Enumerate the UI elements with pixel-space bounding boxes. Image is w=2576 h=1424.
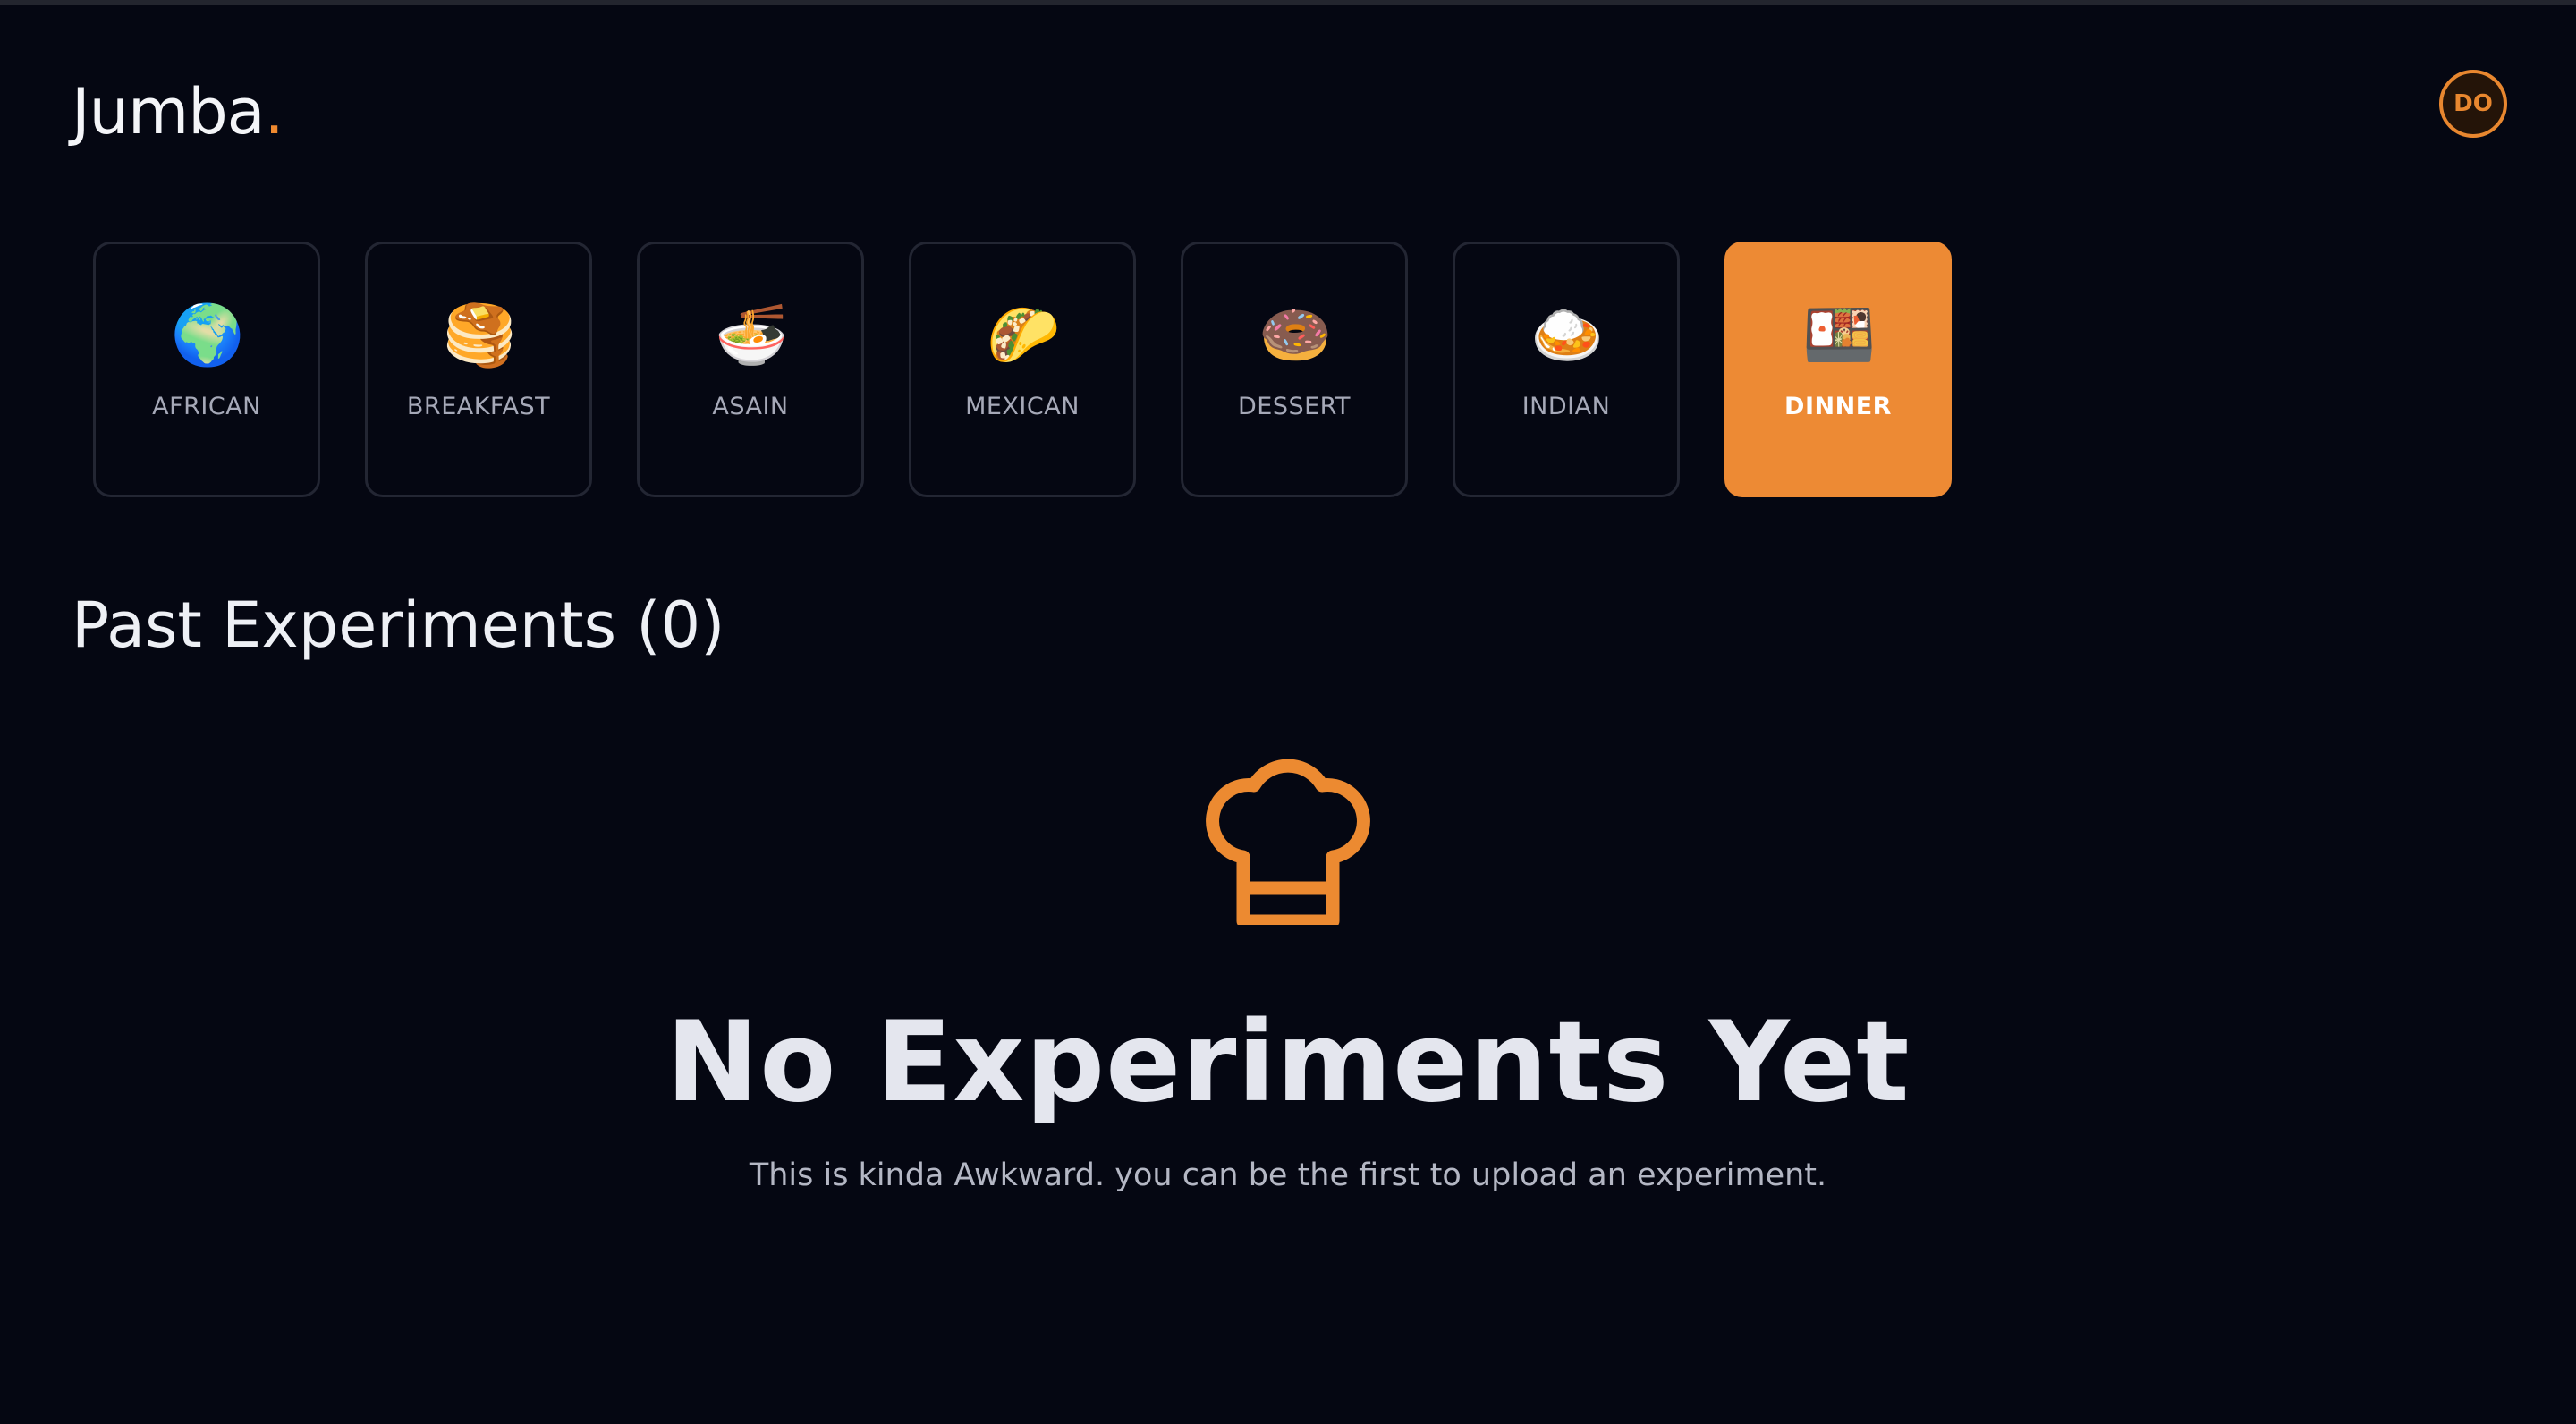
category-label: ASAIN (712, 393, 789, 420)
bento-box-icon: 🍱 (1802, 301, 1877, 369)
empty-state-subtitle: This is kinda Awkward. you can be the fi… (749, 1157, 1827, 1193)
past-experiments-title: Past Experiments (0) (72, 589, 725, 662)
globe-africa-icon: 🌍 (171, 301, 245, 369)
curry-rice-icon: 🍛 (1530, 301, 1605, 369)
category-label: BREAKFAST (406, 393, 551, 420)
window-top-bar (0, 0, 2576, 5)
category-dinner[interactable]: 🍱 DINNER (1724, 242, 1952, 497)
noodle-bowl-icon: 🍜 (715, 301, 789, 369)
category-label: MEXICAN (965, 393, 1080, 420)
pancakes-icon: 🥞 (443, 301, 517, 369)
category-indian[interactable]: 🍛 INDIAN (1453, 242, 1680, 497)
brand-name: Jumba (72, 75, 266, 148)
brand-dot: . (264, 75, 284, 148)
category-label: DINNER (1784, 393, 1892, 420)
user-avatar[interactable]: DO (2439, 70, 2507, 138)
category-label: INDIAN (1521, 393, 1611, 420)
category-label: DESSERT (1238, 393, 1351, 420)
doughnut-icon: 🍩 (1258, 301, 1333, 369)
category-african[interactable]: 🌍 AFRICAN (93, 242, 320, 497)
category-list: 🌍 AFRICAN 🥞 BREAKFAST 🍜 ASAIN 🌮 MEXICAN … (93, 242, 1952, 497)
brand-logo[interactable]: Jumba. (72, 73, 284, 150)
category-breakfast[interactable]: 🥞 BREAKFAST (365, 242, 592, 497)
category-dessert[interactable]: 🍩 DESSERT (1181, 242, 1408, 497)
taco-icon: 🌮 (987, 301, 1061, 369)
category-label: AFRICAN (152, 393, 261, 420)
chef-hat-icon (1206, 759, 1370, 925)
empty-state-title: No Experiments Yet (665, 998, 1911, 1127)
category-asain[interactable]: 🍜 ASAIN (637, 242, 864, 497)
category-mexican[interactable]: 🌮 MEXICAN (909, 242, 1136, 497)
